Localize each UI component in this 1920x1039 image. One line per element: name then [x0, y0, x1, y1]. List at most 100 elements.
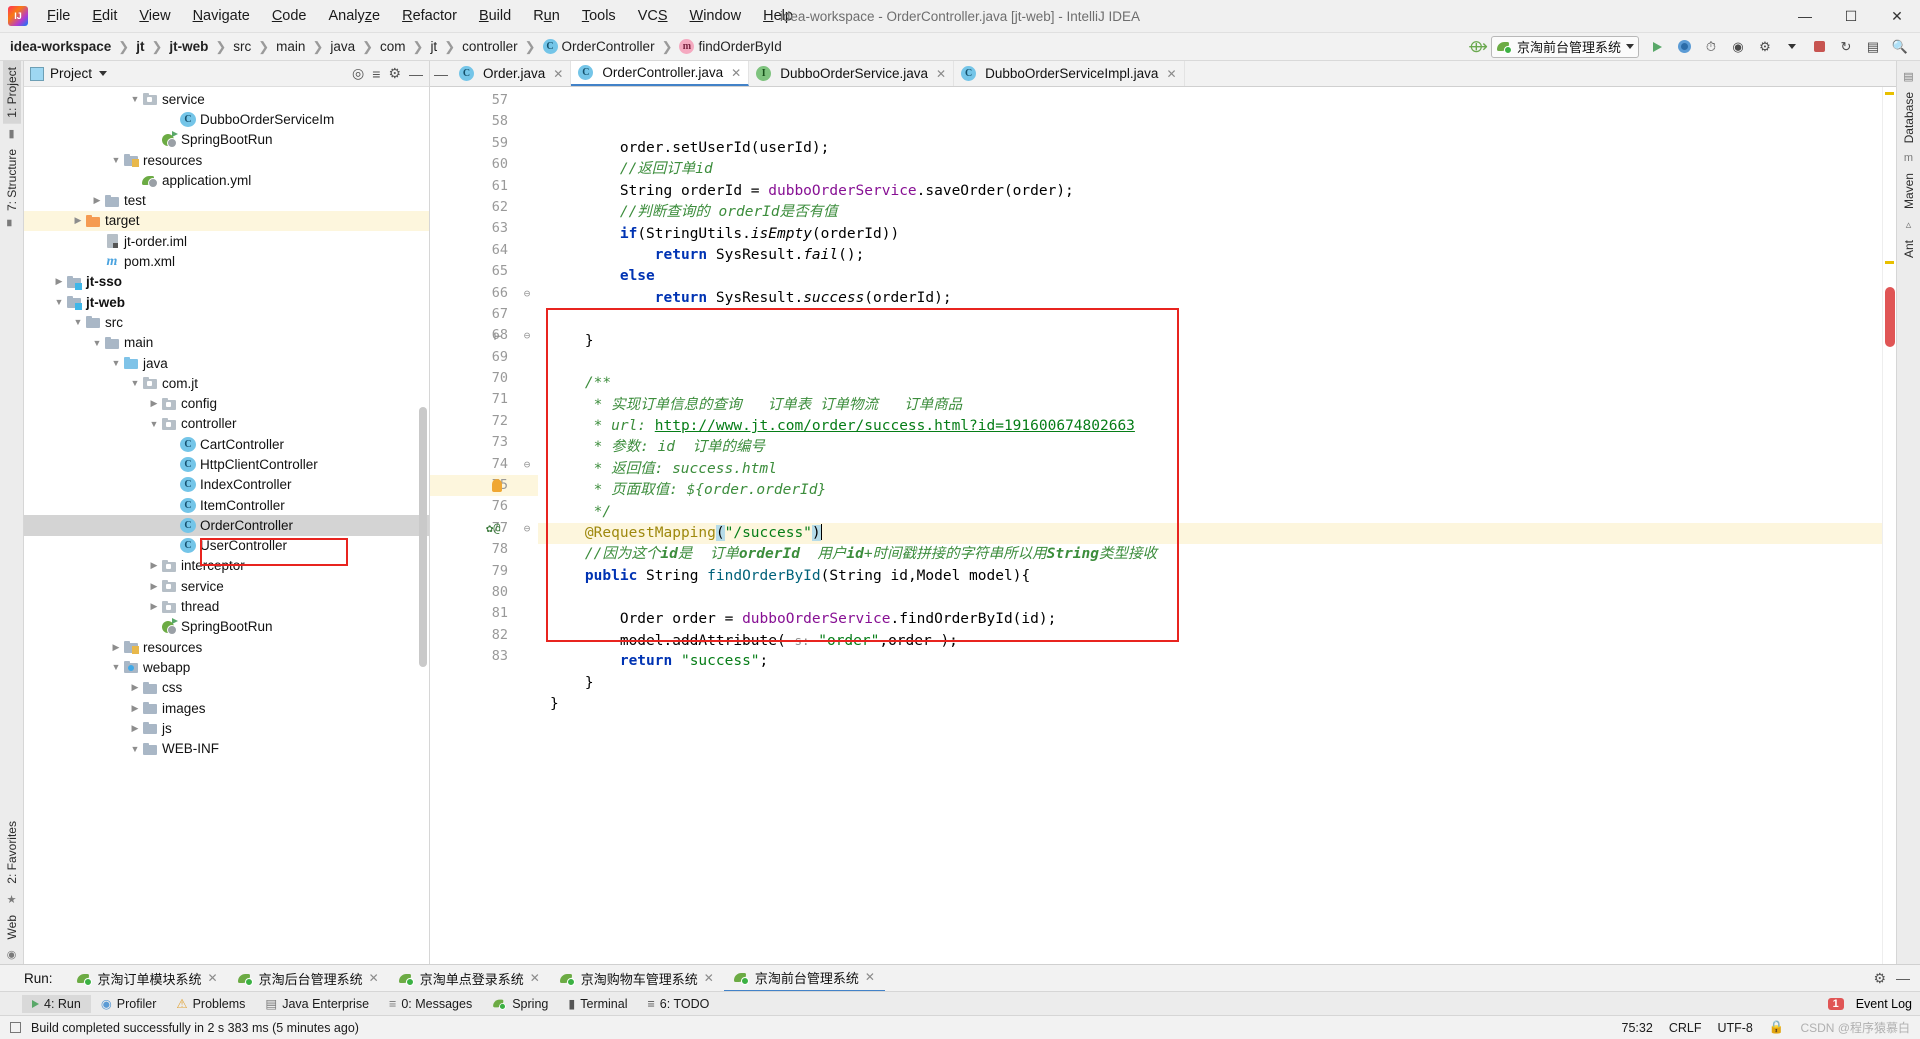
- close-icon[interactable]: ✕: [553, 67, 563, 81]
- chevron-right-icon[interactable]: ▶: [90, 195, 104, 206]
- gear-icon[interactable]: ⚙: [1873, 970, 1886, 987]
- minimize-button[interactable]: —: [1782, 0, 1828, 33]
- line-number-79[interactable]: 79: [430, 561, 516, 582]
- tree-node-ordercontroller[interactable]: C OrderController: [24, 515, 429, 536]
- close-icon[interactable]: ✕: [530, 971, 540, 985]
- database-panel-icon[interactable]: ▤: [1903, 67, 1913, 86]
- search-everywhere-icon[interactable]: 🔍: [1888, 36, 1912, 58]
- code-line-66[interactable]: }: [538, 331, 1882, 352]
- line-number-70[interactable]: 70: [430, 368, 516, 389]
- breadcrumb-item-3[interactable]: src: [231, 38, 253, 55]
- chevron-right-icon[interactable]: ▶: [128, 682, 142, 693]
- tree-node-target[interactable]: ▶ target: [24, 210, 429, 232]
- chevron-down-icon[interactable]: ▼: [109, 662, 123, 672]
- tree-node-httpclientcontroller[interactable]: C HttpClientController: [24, 454, 429, 474]
- sidebar-item-project[interactable]: 1: Project: [2, 61, 21, 124]
- sidebar-item-web[interactable]: Web: [3, 909, 21, 945]
- tab-ordercontroller-java[interactable]: C OrderController.java ✕: [571, 61, 750, 86]
- event-log-button[interactable]: Event Log: [1856, 997, 1912, 1011]
- tree-node-js[interactable]: ▶ js: [24, 718, 429, 738]
- tree-node-test[interactable]: ▶ test: [24, 190, 429, 210]
- build-hammer-icon[interactable]: ⟴: [1468, 38, 1488, 55]
- tree-node-thread[interactable]: ▶ thread: [24, 596, 429, 616]
- code-line-68[interactable]: /**: [538, 373, 1882, 394]
- fold-toggle-66[interactable]: ⊖: [516, 283, 538, 304]
- line-number-68[interactable]: 68: [430, 325, 516, 346]
- hide-editor-icon[interactable]: —: [430, 61, 452, 86]
- line-number-83[interactable]: 83: [430, 646, 516, 667]
- run-tab-0[interactable]: 京淘订单模块系统 ✕: [67, 965, 228, 992]
- tree-node-images[interactable]: ▶ images: [24, 698, 429, 718]
- tree-node-jt-sso[interactable]: ▶ jt-sso: [24, 272, 429, 292]
- spring-mapping-gutter-icon[interactable]: ✿@: [486, 521, 500, 535]
- line-number-59[interactable]: 59: [430, 133, 516, 154]
- line-number-80[interactable]: 80: [430, 582, 516, 603]
- tree-node-springbootrun[interactable]: SpringBootRun: [24, 617, 429, 637]
- file-encoding[interactable]: UTF-8: [1717, 1021, 1752, 1035]
- tree-node-resources[interactable]: ▶ resources: [24, 637, 429, 657]
- menu-navigate[interactable]: Navigate: [182, 4, 261, 28]
- close-icon[interactable]: ✕: [369, 971, 379, 985]
- tree-node-pom-xml[interactable]: m pom.xml: [24, 251, 429, 271]
- line-separator[interactable]: CRLF: [1669, 1021, 1702, 1035]
- code-line-69[interactable]: * 实现订单信息的查询 订单表 订单物流 订单商品: [538, 395, 1882, 416]
- chevron-down-icon[interactable]: ▼: [52, 297, 66, 307]
- code-line-80[interactable]: model.addAttribute( s: "order",order );: [538, 630, 1882, 651]
- attach-icon[interactable]: ⚙: [1753, 36, 1777, 58]
- run-tab-2[interactable]: 京淘单点登录系统 ✕: [389, 965, 550, 992]
- code-line-58[interactable]: //返回订单id: [538, 159, 1882, 180]
- globe-icon[interactable]: ◉: [7, 945, 17, 964]
- line-number-78[interactable]: 78: [430, 539, 516, 560]
- chevron-down-icon[interactable]: [99, 71, 108, 76]
- tree-node-service[interactable]: ▼ service: [24, 89, 429, 109]
- line-number-62[interactable]: 62: [430, 197, 516, 218]
- breadcrumb-item-8[interactable]: controller: [460, 38, 520, 55]
- chevron-down-icon[interactable]: ▼: [90, 338, 104, 348]
- line-number-58[interactable]: 58: [430, 111, 516, 132]
- menu-vcs[interactable]: VCS: [627, 4, 679, 28]
- fold-toggle-77[interactable]: ⊖: [516, 518, 538, 539]
- warning-marker[interactable]: [1885, 92, 1894, 95]
- tool-button-terminal[interactable]: ▮ Terminal: [558, 994, 637, 1013]
- chevron-right-icon[interactable]: ▶: [128, 723, 142, 734]
- tree-node-jt-web[interactable]: ▼ jt-web: [24, 292, 429, 312]
- tree-node-itemcontroller[interactable]: C ItemController: [24, 495, 429, 515]
- code-content[interactable]: order.setUserId(userId); //返回订单id String…: [538, 87, 1882, 964]
- close-icon[interactable]: ✕: [936, 67, 946, 81]
- breadcrumb-item-0[interactable]: idea-workspace: [8, 38, 113, 55]
- tree-node-usercontroller[interactable]: C UserController: [24, 536, 429, 556]
- line-number-73[interactable]: 73: [430, 432, 516, 453]
- code-line-64[interactable]: return SysResult.success(orderId);: [538, 288, 1882, 309]
- hide-icon[interactable]: —: [409, 66, 423, 82]
- code-line-65[interactable]: [538, 309, 1882, 330]
- tree-node-webapp[interactable]: ▼ webapp: [24, 657, 429, 677]
- maximize-button[interactable]: ☐: [1828, 0, 1874, 33]
- code-line-76[interactable]: //因为这个id是 订单orderId 用户id+时间戳拼接的字符串所以用Str…: [538, 544, 1882, 565]
- fold-toggle-74[interactable]: ⊖: [516, 454, 538, 475]
- intention-bulb-icon[interactable]: [492, 479, 502, 493]
- code-line-63[interactable]: else: [538, 266, 1882, 287]
- code-line-75[interactable]: @RequestMapping("/success"): [538, 523, 1882, 545]
- code-line-59[interactable]: String orderId = dubboOrderService.saveO…: [538, 181, 1882, 202]
- run-icon[interactable]: [1645, 36, 1669, 58]
- chevron-down-icon[interactable]: ▼: [109, 358, 123, 368]
- menu-build[interactable]: Build: [468, 4, 522, 28]
- warning-marker[interactable]: [1885, 261, 1894, 264]
- line-number-75[interactable]: 75: [430, 475, 516, 497]
- tool-button-spring[interactable]: Spring: [482, 994, 558, 1013]
- chevron-down-icon[interactable]: ▼: [128, 378, 142, 388]
- breadcrumb-item-4[interactable]: main: [274, 38, 307, 55]
- project-tree[interactable]: ▼ service C DubboOrderServiceIm SpringBootRu…: [24, 87, 429, 964]
- tab-dubboorderserviceimpl-java[interactable]: C DubboOrderServiceImpl.java ✕: [954, 61, 1185, 86]
- close-icon[interactable]: ✕: [208, 971, 218, 985]
- tree-node-dubboorderserviceim[interactable]: C DubboOrderServiceIm: [24, 109, 429, 129]
- chevron-right-icon[interactable]: ▶: [109, 642, 123, 653]
- close-button[interactable]: ✕: [1874, 0, 1920, 33]
- structure-icon[interactable]: ▘: [7, 217, 15, 236]
- code-line-62[interactable]: return SysResult.fail();: [538, 245, 1882, 266]
- tool-button-run[interactable]: 4: Run: [22, 994, 91, 1013]
- chevron-right-icon[interactable]: ▶: [128, 703, 142, 714]
- code-line-74[interactable]: */: [538, 502, 1882, 523]
- code-line-82[interactable]: }: [538, 673, 1882, 694]
- tab-dubboorderservice-java[interactable]: I DubboOrderService.java ✕: [749, 61, 955, 86]
